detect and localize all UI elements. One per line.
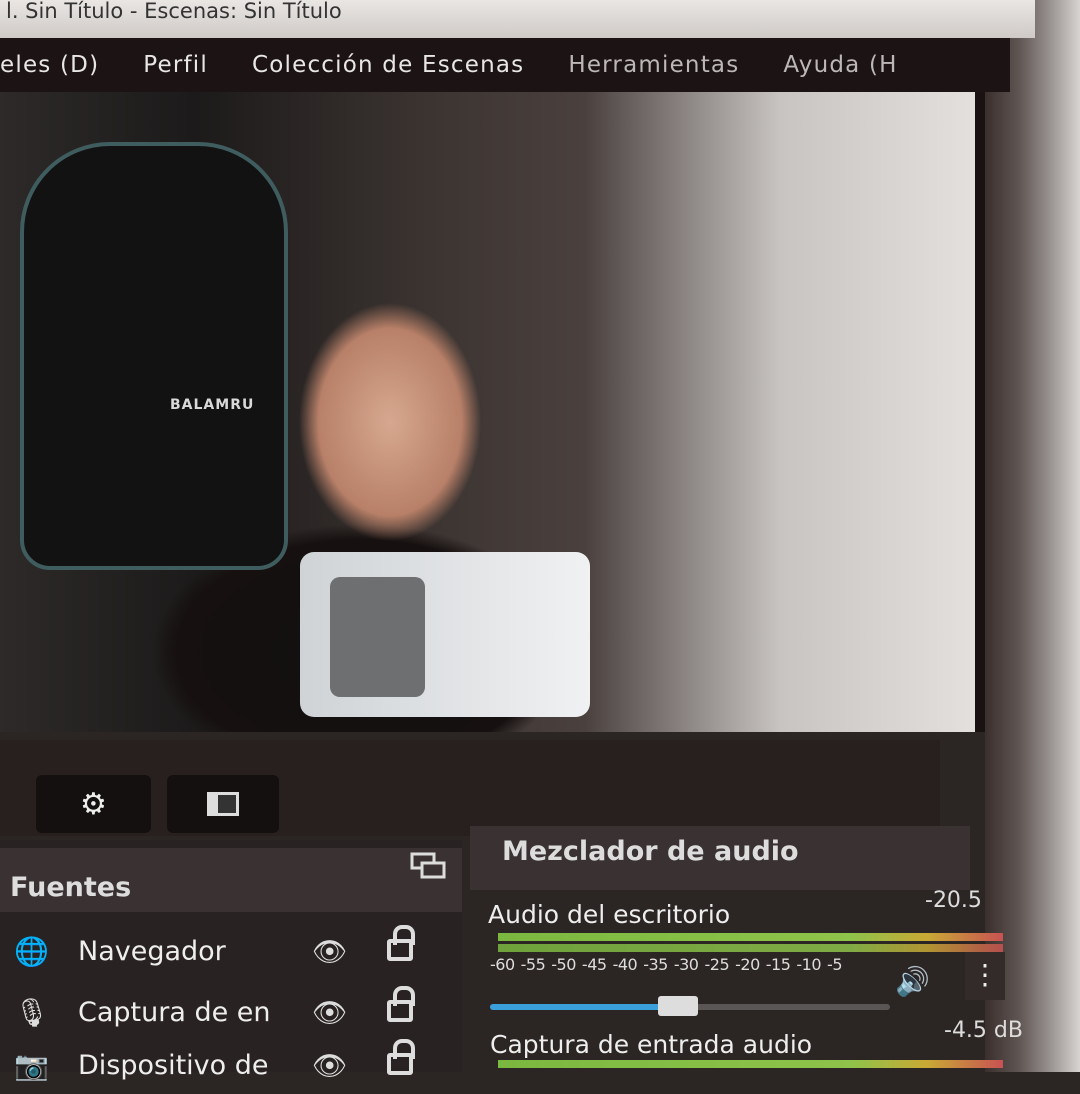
meter-tick: -35	[643, 955, 668, 974]
meter-tick: -30	[673, 955, 699, 974]
volume-fill	[490, 1004, 678, 1010]
meter-tick: -5	[827, 955, 842, 974]
settings-button[interactable]: ⚙	[36, 775, 151, 833]
studio-mode-button[interactable]	[167, 775, 279, 833]
eye-icon[interactable]: 👁	[312, 996, 348, 1029]
eye-icon[interactable]: 👁	[312, 1049, 348, 1082]
window-title: l. Sin Título - Escenas: Sin Título	[6, 0, 342, 23]
sources-title: Fuentes	[10, 872, 132, 903]
audio-meter	[498, 1060, 1003, 1068]
source-label: Dispositivo de	[78, 1049, 269, 1081]
menu-item-panels[interactable]: eles (D)	[0, 52, 99, 78]
gear-icon: ⚙	[80, 786, 107, 822]
source-label: Navegador	[78, 935, 226, 967]
source-item[interactable]: 🎙 Captura de en 👁	[0, 983, 462, 1041]
meter-tick: -10	[796, 955, 822, 974]
dock-float-icon[interactable]	[410, 852, 446, 880]
lock-icon[interactable]	[387, 925, 415, 961]
more-options-icon[interactable]: ⋮	[965, 952, 1005, 1000]
speaker-icon[interactable]: 🔊	[895, 965, 930, 998]
channel-db-value: -4.5 dB	[944, 1018, 1023, 1043]
audio-meter	[498, 933, 1003, 941]
meter-tick: -50	[551, 955, 576, 974]
menu-item-help[interactable]: Ayuda (H	[783, 52, 897, 78]
menu-bar: eles (D) Perfil Colección de Escenas Her…	[0, 38, 1010, 92]
camera-icon: 📷	[14, 1048, 49, 1082]
meter-tick: -15	[765, 955, 791, 974]
meter-tick: -20	[735, 955, 760, 974]
meter-tick: -55	[520, 955, 546, 974]
channel-name: Captura de entrada audio	[490, 1030, 813, 1059]
audio-mixer-title: Mezclador de audio	[502, 836, 799, 867]
phone-camera-module	[330, 577, 425, 697]
volume-slider[interactable]	[490, 996, 890, 1016]
volume-slider-handle[interactable]	[658, 996, 698, 1016]
globe-icon: 🌐	[14, 934, 49, 968]
layout-icon	[207, 792, 239, 816]
gaming-chair	[20, 142, 288, 570]
window-title-bar: l. Sin Título - Escenas: Sin Título	[0, 0, 1035, 38]
source-item[interactable]: 🌐 Navegador 👁	[0, 922, 462, 980]
meter-tick: -40	[612, 955, 638, 974]
source-item[interactable]: 📷 Dispositivo de 👁	[0, 1036, 462, 1094]
meter-tick: -45	[581, 955, 607, 974]
source-label: Captura de en	[78, 996, 271, 1028]
meter-tick: -60	[490, 955, 515, 974]
camera-preview: BALAMRU	[0, 92, 975, 732]
channel-name: Audio del escritorio	[488, 900, 731, 929]
menu-item-profile[interactable]: Perfil	[143, 52, 208, 78]
channel-db-value: -20.5	[925, 888, 982, 913]
meter-scale: -60 -55 -50 -45 -40 -35 -30 -25 -20 -15 …	[490, 955, 842, 974]
microphone-icon: 🎙	[14, 995, 50, 1029]
menu-item-scene-collection[interactable]: Colección de Escenas	[252, 52, 524, 78]
meter-tick: -25	[704, 955, 730, 974]
eye-icon[interactable]: 👁	[312, 935, 348, 968]
audio-meter	[498, 944, 1003, 952]
monitor-bezel	[985, 0, 1080, 1072]
chair-brand-text: BALAMRU	[170, 397, 255, 413]
lock-icon[interactable]	[387, 986, 415, 1022]
menu-item-tools[interactable]: Herramientas	[568, 52, 739, 78]
